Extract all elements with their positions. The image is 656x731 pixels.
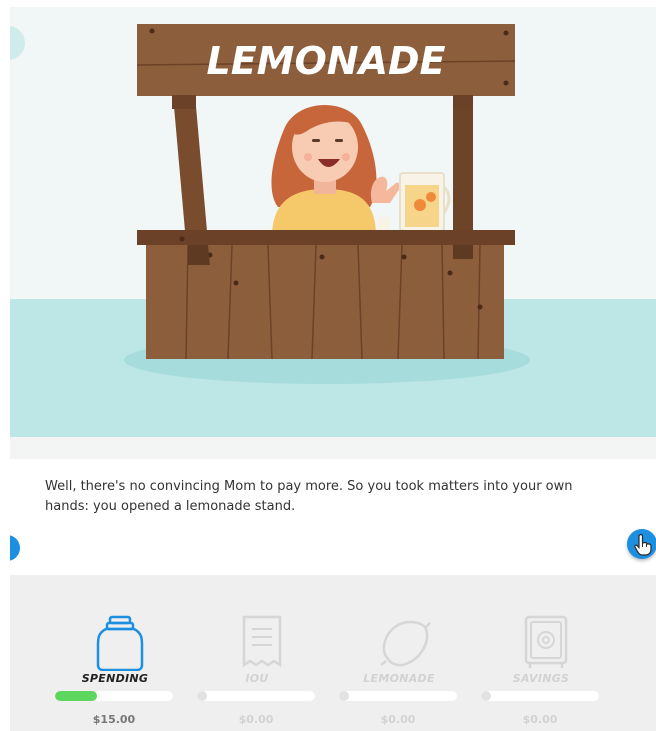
stat-spending[interactable]: SPENDING $15.00	[55, 575, 185, 731]
progress-fill	[55, 691, 98, 701]
story-text: Well, there's no convincing Mom to pay m…	[45, 479, 573, 514]
progress-bar	[481, 691, 599, 701]
progress-fill	[481, 691, 491, 701]
stat-label: LEMONADE	[363, 672, 435, 685]
game-frame: LEMONADE Well, there's no convincing Mom…	[10, 7, 656, 731]
previous-button[interactable]	[10, 535, 20, 561]
stat-value: $0.00	[522, 713, 558, 726]
jar-icon	[96, 615, 144, 671]
stat-savings[interactable]: SAVINGS $0.00	[481, 575, 611, 731]
corner-bubble	[10, 26, 25, 60]
progress-fill	[197, 691, 207, 701]
right-post-foot	[453, 245, 473, 259]
stat-label: IOU	[245, 672, 269, 685]
lemon-icon	[380, 620, 431, 667]
progress-fill	[339, 691, 349, 701]
hand-pointer-icon	[634, 533, 652, 556]
progress-bar	[197, 691, 315, 701]
lemonade-stand-illustration: LEMONADE	[10, 24, 656, 437]
lemonade-pitcher	[399, 172, 451, 232]
scene-bottom-strip	[10, 437, 656, 459]
stats-tray: SPENDING $15.00 IOU $0.00 LEMONADE $0.00…	[10, 575, 656, 731]
next-button[interactable]	[627, 529, 656, 559]
left-post-foot	[188, 245, 210, 265]
stat-lemonade[interactable]: LEMONADE $0.00	[339, 575, 469, 731]
lemonade-stand-scene: LEMONADE	[10, 7, 656, 459]
stat-value: $0.00	[380, 713, 416, 726]
receipt-icon	[242, 615, 282, 668]
stat-value: $15.00	[92, 713, 136, 726]
stat-iou[interactable]: IOU $0.00	[197, 575, 327, 731]
progress-bar	[55, 691, 173, 701]
stat-label: SPENDING	[81, 672, 149, 685]
safe-icon	[524, 615, 568, 668]
progress-bar	[339, 691, 457, 701]
stat-label: SAVINGS	[512, 672, 570, 685]
stat-value: $0.00	[238, 713, 274, 726]
counter-top	[137, 230, 515, 245]
sign-text: LEMONADE	[206, 39, 445, 83]
stand-sign: LEMONADE	[136, 24, 516, 109]
